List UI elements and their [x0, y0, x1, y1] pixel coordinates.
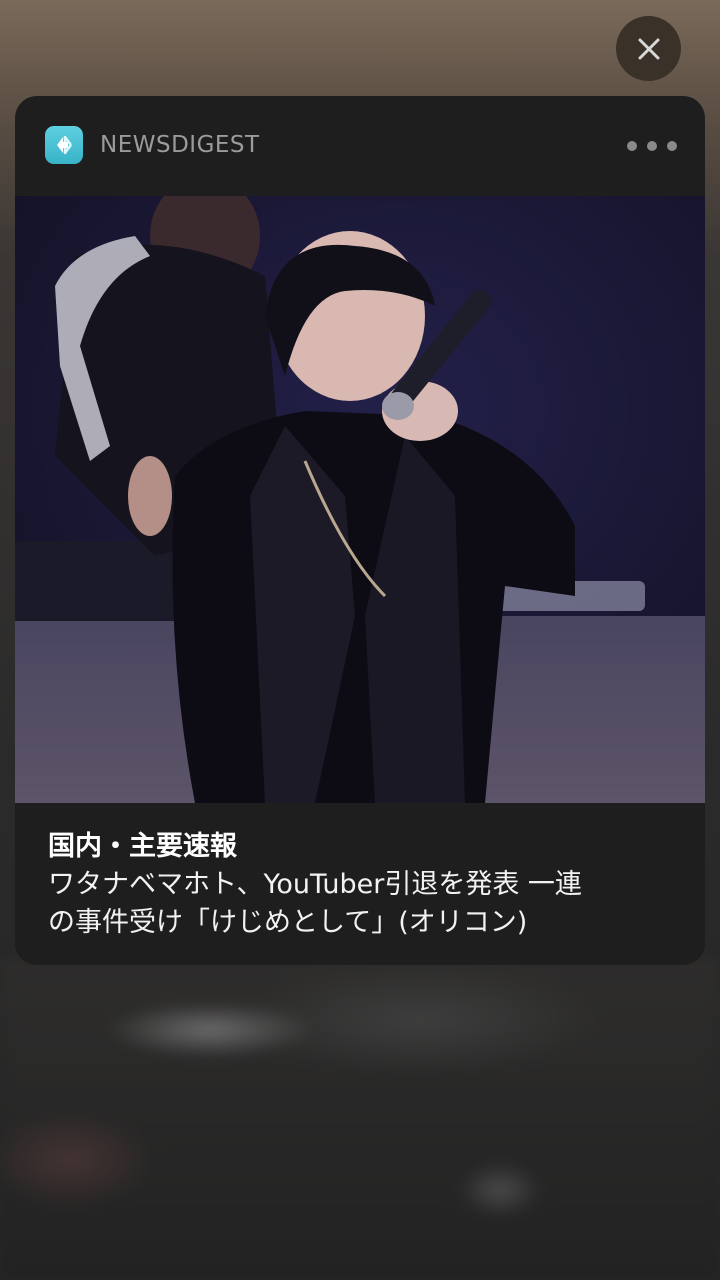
- notification-body-line-1: ワタナベマホト、YouTuber引退を発表 一連: [48, 869, 582, 900]
- newsdigest-app-icon: [45, 126, 83, 164]
- notification-body-line-2: の事件受け「けじめとして」(オリコン): [48, 907, 528, 938]
- news-photo[interactable]: [15, 196, 705, 803]
- notification-header: NEWSDIGEST: [15, 96, 705, 196]
- close-button[interactable]: [616, 16, 681, 81]
- more-options-button[interactable]: [627, 134, 677, 158]
- notification-card[interactable]: NEWSDIGEST 国内・主要速報 ワタナベマホト、YouTuber引退を発表…: [15, 96, 705, 965]
- more-dot: [667, 141, 677, 151]
- more-options-icon: [627, 141, 637, 151]
- blurred-background: [0, 960, 720, 1280]
- close-icon: [638, 38, 659, 59]
- notification-content: 国内・主要速報 ワタナベマホト、YouTuber引退を発表 一連 の事件受け「け…: [48, 828, 678, 942]
- more-dot: [647, 141, 657, 151]
- app-name: NEWSDIGEST: [100, 132, 260, 158]
- notification-category: 国内・主要速報: [48, 831, 237, 862]
- performer-with-microphone-photo: [15, 196, 705, 803]
